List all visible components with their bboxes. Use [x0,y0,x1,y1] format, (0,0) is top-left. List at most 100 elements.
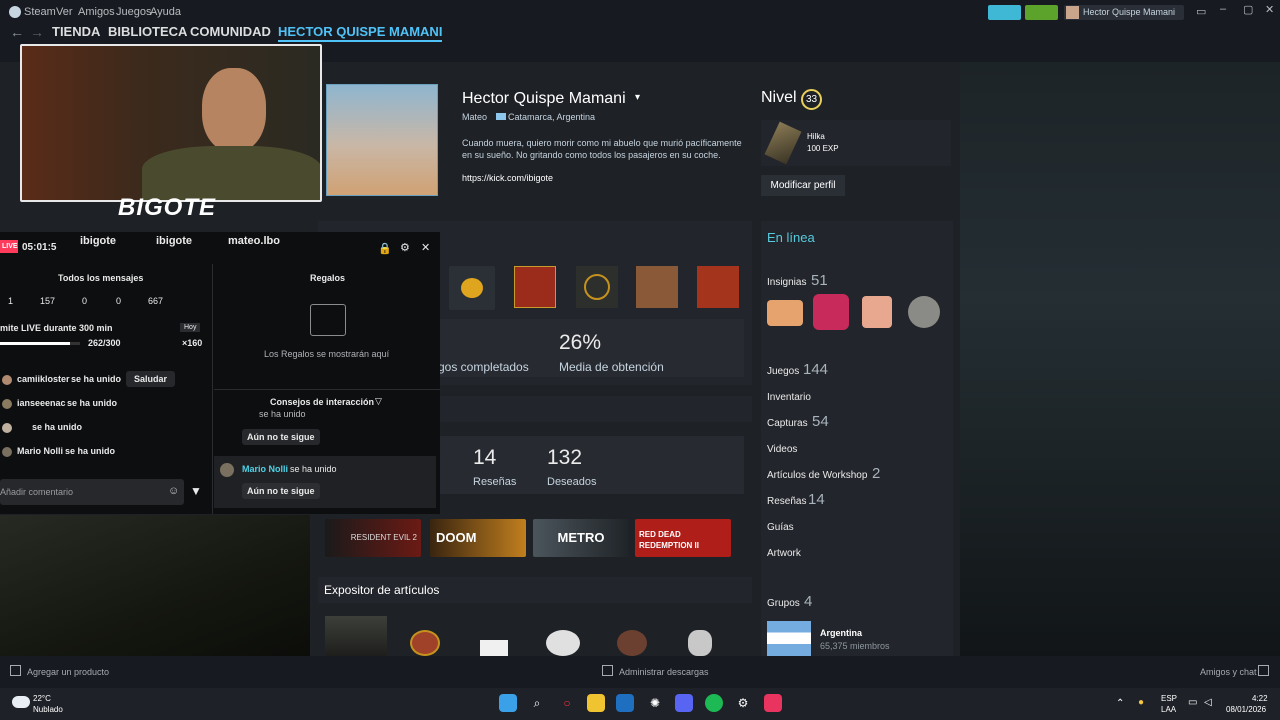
lock-icon[interactable]: 🔒 [378,242,392,255]
menu-ayuda[interactable]: Ayuda [150,6,181,18]
maximize-icon[interactable]: ▢ [1243,3,1253,16]
fire-achievement-icon[interactable] [514,266,556,308]
clock-date[interactable]: 08/01/2026 [1226,705,1266,714]
clock-time[interactable]: 4:22 [1252,694,1268,703]
game-capsule-re2[interactable]: RESIDENT EVIL 2 [325,519,421,557]
mic-icon[interactable]: ● [1138,697,1144,708]
nav-profile[interactable]: HECTOR QUISPE MAMANI [278,24,443,42]
windows-start-icon[interactable] [499,694,517,712]
network-icon[interactable]: ▭ [1188,697,1197,708]
menu-ver[interactable]: Ver [56,6,73,18]
game-capsule-rdr2[interactable]: RED DEAD REDEMPTION II [635,519,731,557]
game-capsule-metro[interactable]: METRO [533,519,629,557]
search-icon[interactable]: ⌕ [528,694,546,712]
steam-taskbar-icon[interactable] [616,694,634,712]
workshop-link[interactable]: Artículos de Workshop [767,470,867,481]
chatgpt-icon[interactable]: ✺ [646,694,664,712]
tiktok-live-icon[interactable] [764,694,782,712]
downloads-link[interactable]: Administrar descargas [619,667,709,677]
account-name: Hector Quispe Mamani [1083,7,1176,17]
tip2-user[interactable]: Mario Nolli [242,464,288,474]
back-arrow-icon[interactable]: ← [10,24,24,40]
nav-tienda[interactable]: TIENDA [52,24,100,39]
caret-down-icon[interactable]: ▾ [635,92,640,103]
demon-achievement-icon[interactable] [697,266,739,308]
profile-link[interactable]: https://kick.com/ibigote [462,173,553,183]
group-name[interactable]: Argentina [820,628,862,638]
guides-link[interactable]: Guías [767,522,794,533]
settings-gear-icon[interactable]: ⚙ [734,694,752,712]
tip1-follow-button[interactable]: Aún no te sigue [242,429,320,445]
join-user-1[interactable]: camiikloster [17,374,70,384]
tooth-achievement-icon[interactable] [576,266,618,308]
item-spike-icon[interactable] [688,630,712,656]
skull-achievement-icon[interactable] [449,266,495,310]
badge-name: Hilka [807,132,825,141]
weather-temp[interactable]: 22°C [33,694,51,703]
stat-follows: 0 [116,296,122,306]
inventory-link[interactable]: Inventario [767,392,811,403]
nav-comunidad[interactable]: COMUNIDAD [190,24,271,39]
screenshots-link[interactable]: Capturas [767,418,808,429]
gear-icon[interactable]: ⚙ [400,241,410,254]
menu-steam[interactable]: Steam [24,6,56,18]
broadcast-button[interactable] [988,5,1021,20]
reviews-link[interactable]: Reseñas [767,496,806,507]
videos-link[interactable]: Videos [767,444,797,455]
add-icon[interactable] [10,665,21,676]
cross-achievement-icon[interactable] [636,266,678,308]
groups-link[interactable]: Grupos [767,598,800,609]
opera-icon[interactable]: ○ [558,694,576,712]
join-user-4[interactable]: Mario Nolli [17,446,63,456]
volume-icon[interactable]: ◁ [1204,697,1212,708]
live-badge: LIVE [0,240,18,253]
groups-count: 4 [804,593,813,610]
artwork-link[interactable]: Artwork [767,548,801,559]
badge-100-icon[interactable] [767,300,803,326]
tip2-follow-button[interactable]: Aún no te sigue [242,483,320,499]
badge-character-icon[interactable] [862,296,892,328]
download-icon[interactable] [602,665,613,676]
minimize-icon[interactable]: – [1220,3,1226,15]
spotify-icon[interactable] [705,694,723,712]
games-link[interactable]: Juegos [767,366,799,377]
join-user-2[interactable]: ianseeenac [17,398,66,408]
account-menu[interactable]: Hector Quispe Mamani [1064,5,1184,20]
menu-amigos[interactable]: Amigos [78,6,115,18]
language-1[interactable]: ESP [1161,694,1177,703]
featured-badge[interactable]: Hilka 100 EXP [761,120,951,166]
friends-icon[interactable] [1258,665,1269,676]
nav-biblioteca[interactable]: BIBLIOTECA [108,24,187,39]
file-explorer-icon[interactable] [587,694,605,712]
language-2[interactable]: LAA [1161,705,1176,714]
all-messages-title[interactable]: Todos los mensajes [58,273,143,283]
profile-avatar[interactable] [326,84,438,196]
badge-steam-2025-icon[interactable] [813,294,849,330]
big-picture-icon[interactable]: ▭ [1196,5,1206,18]
game-capsule-doom[interactable]: DOOM [430,519,526,557]
menu-juegos[interactable]: Juegos [116,6,151,18]
profile-name[interactable]: Hector Quispe Mamani [462,90,626,108]
forward-arrow-icon[interactable]: → [30,24,44,40]
notifications-bell-icon[interactable] [1025,5,1058,20]
item-hooded-figure[interactable] [325,616,387,656]
group-flag-icon[interactable] [767,621,811,656]
comment-input[interactable]: Añadir comentario ☺ [0,479,184,505]
item-face-icon[interactable] [617,630,647,656]
discord-icon[interactable] [675,694,693,712]
send-filter-icon[interactable]: ▼ [190,484,202,498]
item-emblem-icon[interactable] [410,630,440,656]
item-star-icon[interactable] [546,630,580,656]
greet-button[interactable]: Saludar [126,371,176,387]
item-block-icon[interactable] [480,640,508,656]
emoji-icon[interactable]: ☺ [168,485,179,497]
add-product-link[interactable]: Agregar un producto [27,667,109,677]
close-icon[interactable]: ✕ [1265,3,1274,16]
tray-chevron-icon[interactable]: ⌃ [1116,698,1124,709]
filter-icon[interactable]: ▽ [375,396,382,407]
friends-chat-link[interactable]: Amigos y chat [1200,667,1257,677]
edit-profile-button[interactable]: Modificar perfil [761,175,845,196]
close-panel-icon[interactable]: ✕ [421,241,430,254]
badges-link[interactable]: Insignias [767,277,806,288]
badge-coin-icon[interactable] [908,296,940,328]
